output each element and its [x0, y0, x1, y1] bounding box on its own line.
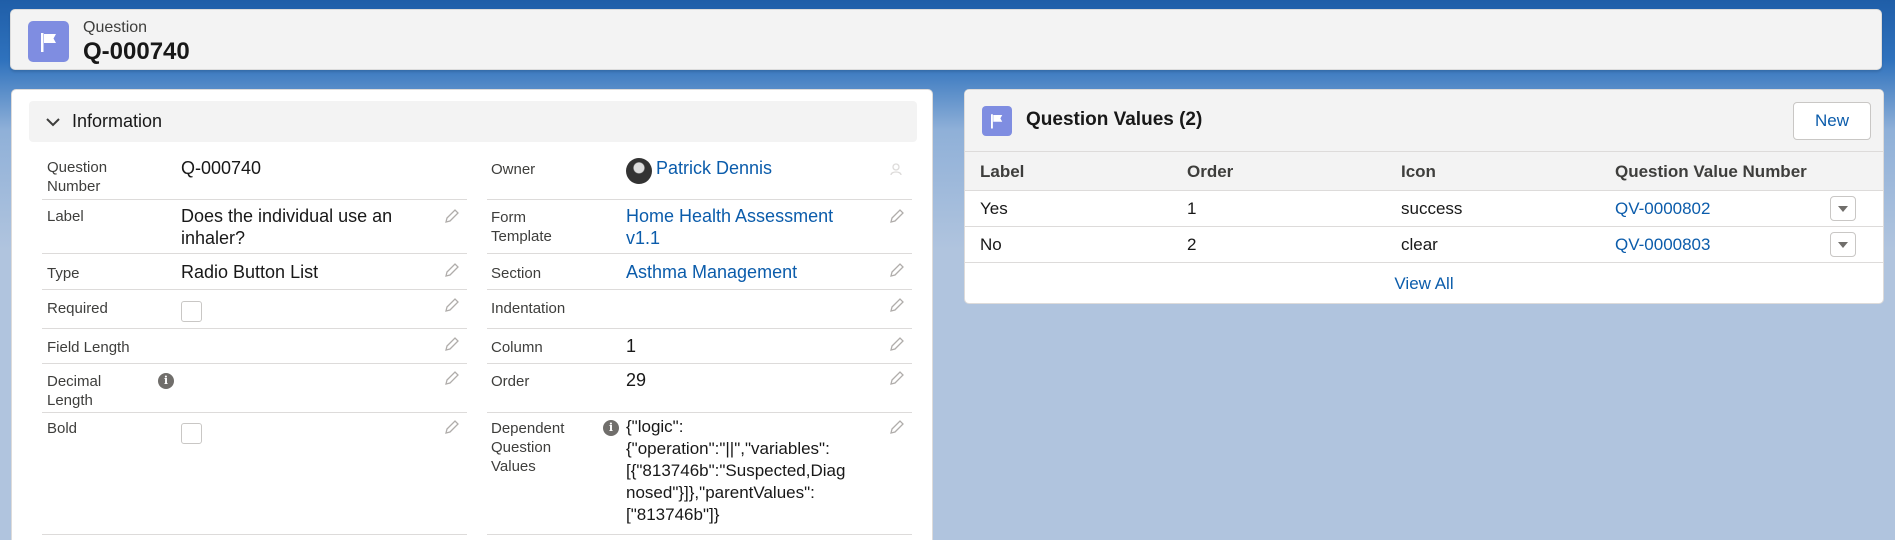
field-label: Form Template: [491, 209, 552, 245]
field-label: Decimal Length: [47, 373, 102, 409]
related-list-header: Question Values (2) New: [965, 90, 1883, 152]
cell-order: 2: [1187, 235, 1197, 254]
field-label: Required: [47, 300, 108, 317]
pencil-icon[interactable]: [889, 297, 905, 313]
chevron-down-icon: [43, 112, 63, 132]
view-all-link[interactable]: View All: [965, 274, 1883, 294]
pencil-icon[interactable]: [889, 419, 905, 435]
pencil-icon[interactable]: [444, 297, 460, 313]
change-owner-icon[interactable]: [889, 161, 905, 177]
field-label: Type: [47, 265, 80, 282]
related-list-card: Question Values (2) New Label Order Icon…: [964, 89, 1884, 304]
new-button[interactable]: New: [1793, 102, 1871, 140]
pencil-icon[interactable]: [889, 370, 905, 386]
bold-checkbox: [181, 423, 202, 444]
field-question-number: Question Number Q-000740: [42, 152, 467, 200]
pencil-icon[interactable]: [444, 262, 460, 278]
table-row: Yes 1 success QV-0000802: [965, 191, 1883, 227]
cell-icon: success: [1401, 199, 1463, 218]
field-value: 1: [626, 336, 637, 356]
info-icon[interactable]: i: [603, 420, 619, 436]
details-card: Information Question Number Q-000740 Lab…: [11, 89, 933, 540]
table-row: No 2 clear QV-0000803: [965, 227, 1883, 263]
field-column: Column 1: [487, 329, 912, 364]
field-label: Question Number: [47, 159, 108, 195]
row-actions-button[interactable]: [1830, 196, 1856, 221]
flag-icon: [28, 21, 69, 62]
field-label: Dependent Question Values: [491, 420, 565, 475]
pencil-icon[interactable]: [444, 208, 460, 224]
cell-label: No: [980, 235, 1002, 254]
field-type: Type Radio Button List: [42, 254, 467, 290]
record-title: Q-000740: [83, 38, 190, 65]
field-label: Label: [47, 208, 84, 225]
field-value: Q-000740: [181, 158, 262, 178]
cell-label: Yes: [980, 199, 1008, 218]
flag-icon: [982, 106, 1012, 136]
field-field-length: Field Length: [42, 329, 467, 364]
object-type-label: Question: [83, 19, 148, 36]
information-section-toggle[interactable]: Information: [29, 101, 917, 142]
caret-down-icon: [1838, 205, 1848, 212]
avatar[interactable]: [626, 158, 652, 184]
field-value: 29: [626, 370, 647, 390]
pencil-icon[interactable]: [444, 419, 460, 435]
section-link[interactable]: Asthma Management: [626, 261, 797, 283]
field-indentation: Indentation: [487, 290, 912, 329]
field-value: Radio Button List: [181, 262, 319, 282]
field-required: Required: [42, 290, 467, 329]
field-bold: Bold: [42, 413, 467, 535]
column-header-order: Order: [1187, 162, 1234, 181]
field-decimal-length: Decimal Length i: [42, 364, 467, 413]
form-template-link[interactable]: Home Health Assessment v1.1: [626, 205, 833, 249]
field-label: Column: [491, 339, 543, 356]
required-checkbox: [181, 301, 202, 322]
column-header-number: Question Value Number: [1615, 162, 1807, 181]
pencil-icon[interactable]: [889, 336, 905, 352]
pencil-icon[interactable]: [444, 336, 460, 352]
row-actions-button[interactable]: [1830, 232, 1856, 257]
cell-icon: clear: [1401, 235, 1438, 254]
caret-down-icon: [1838, 241, 1848, 248]
field-dependent-question-values: Dependent Question Values i {"logic": {"…: [487, 413, 912, 535]
field-label: Indentation: [491, 300, 566, 317]
field-label: Field Length: [47, 339, 130, 356]
pencil-icon[interactable]: [889, 262, 905, 278]
pencil-icon[interactable]: [444, 370, 460, 386]
pencil-icon[interactable]: [889, 208, 905, 224]
related-list-title[interactable]: Question Values (2): [1026, 109, 1202, 131]
field-owner: Owner Patrick Dennis: [487, 152, 912, 200]
field-order: Order 29: [487, 364, 912, 413]
section-title: Information: [72, 111, 163, 131]
cell-order: 1: [1187, 199, 1197, 218]
field-label-text: Label Does the individual use an inhaler…: [42, 200, 467, 254]
column-header-label: Label: [980, 162, 1025, 181]
question-value-link[interactable]: QV-0000803: [1615, 235, 1710, 255]
field-form-template: Form Template Home Health Assessment v1.…: [487, 200, 912, 254]
record-header: Question Q-000740: [10, 9, 1882, 70]
field-label: Owner: [491, 161, 536, 178]
field-label: Section: [491, 265, 542, 282]
table-header: Label Order Icon Question Value Number: [965, 152, 1883, 191]
info-icon[interactable]: i: [158, 373, 174, 389]
owner-link[interactable]: Patrick Dennis: [656, 157, 772, 179]
question-value-link[interactable]: QV-0000802: [1615, 199, 1710, 219]
field-section: Section Asthma Management: [487, 254, 912, 290]
field-label: Order: [491, 373, 530, 390]
field-value: Does the individual use an inhaler?: [181, 206, 393, 248]
field-label: Bold: [47, 420, 78, 437]
column-header-icon: Icon: [1401, 162, 1436, 181]
field-value: {"logic": {"operation":"||","variables":…: [626, 417, 846, 524]
